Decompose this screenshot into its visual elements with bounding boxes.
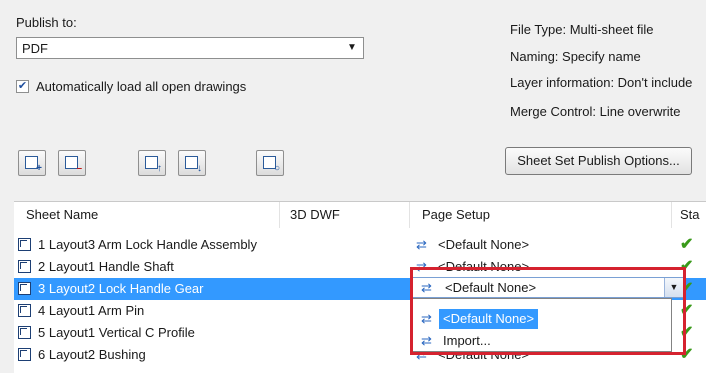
sheet-name: 5 Layout1 Vertical C Profile <box>38 325 195 340</box>
column-header-3d-dwf[interactable]: 3D DWF <box>280 202 410 228</box>
sheet-name: 4 Layout1 Arm Pin <box>38 303 145 318</box>
highlight-annotation-box <box>410 267 686 355</box>
move-down-button[interactable]: ↓ <box>178 150 206 176</box>
sheet-icon <box>18 238 31 251</box>
column-header-page-setup[interactable]: Page Setup <box>410 202 672 228</box>
merge-control-text: Merge Control: Line overwrite <box>510 104 681 119</box>
sheet-set-publish-options-button[interactable]: Sheet Set Publish Options... <box>505 147 692 175</box>
sheet-name: 2 Layout1 Handle Shaft <box>38 259 174 274</box>
remove-sheets-button[interactable]: – <box>58 150 86 176</box>
file-type-text: File Type: Multi-sheet file <box>510 22 654 37</box>
sheet-icon <box>18 326 31 339</box>
autoload-label: Automatically load all open drawings <box>36 79 247 94</box>
column-header-status[interactable]: Sta <box>672 202 706 228</box>
add-sheets-button[interactable]: + <box>18 150 46 176</box>
sheet-icon <box>18 260 31 273</box>
column-header-sheet-name[interactable]: Sheet Name <box>14 202 280 228</box>
page-setup-icon: ⇄ <box>416 237 427 252</box>
autoload-checkbox[interactable]: ✔ <box>16 80 29 93</box>
sheet-name: 6 Layout2 Bushing <box>38 347 146 362</box>
sheet-name: 3 Layout2 Lock Handle Gear <box>38 281 204 296</box>
sheet-name: 1 Layout3 Arm Lock Handle Assembly <box>38 237 257 252</box>
publish-to-value: PDF <box>22 41 48 56</box>
table-row[interactable]: 1 Layout3 Arm Lock Handle Assembly ⇄ <De… <box>14 234 706 256</box>
preview-button[interactable]: ○ <box>256 150 284 176</box>
page-setup-value: <Default None> <box>438 237 530 252</box>
status-check-icon: ✔ <box>680 236 694 253</box>
chevron-down-icon[interactable]: ▼ <box>345 42 359 54</box>
layer-info-text: Layer information: Don't include <box>510 75 693 90</box>
naming-text: Naming: Specify name <box>510 49 641 64</box>
publish-to-label: Publish to: <box>16 15 77 30</box>
publish-to-select[interactable]: PDF ▼ <box>16 37 364 59</box>
move-up-button[interactable]: ↑ <box>138 150 166 176</box>
sheet-icon <box>18 282 31 295</box>
sheet-icon <box>18 304 31 317</box>
sheet-icon <box>18 348 31 361</box>
